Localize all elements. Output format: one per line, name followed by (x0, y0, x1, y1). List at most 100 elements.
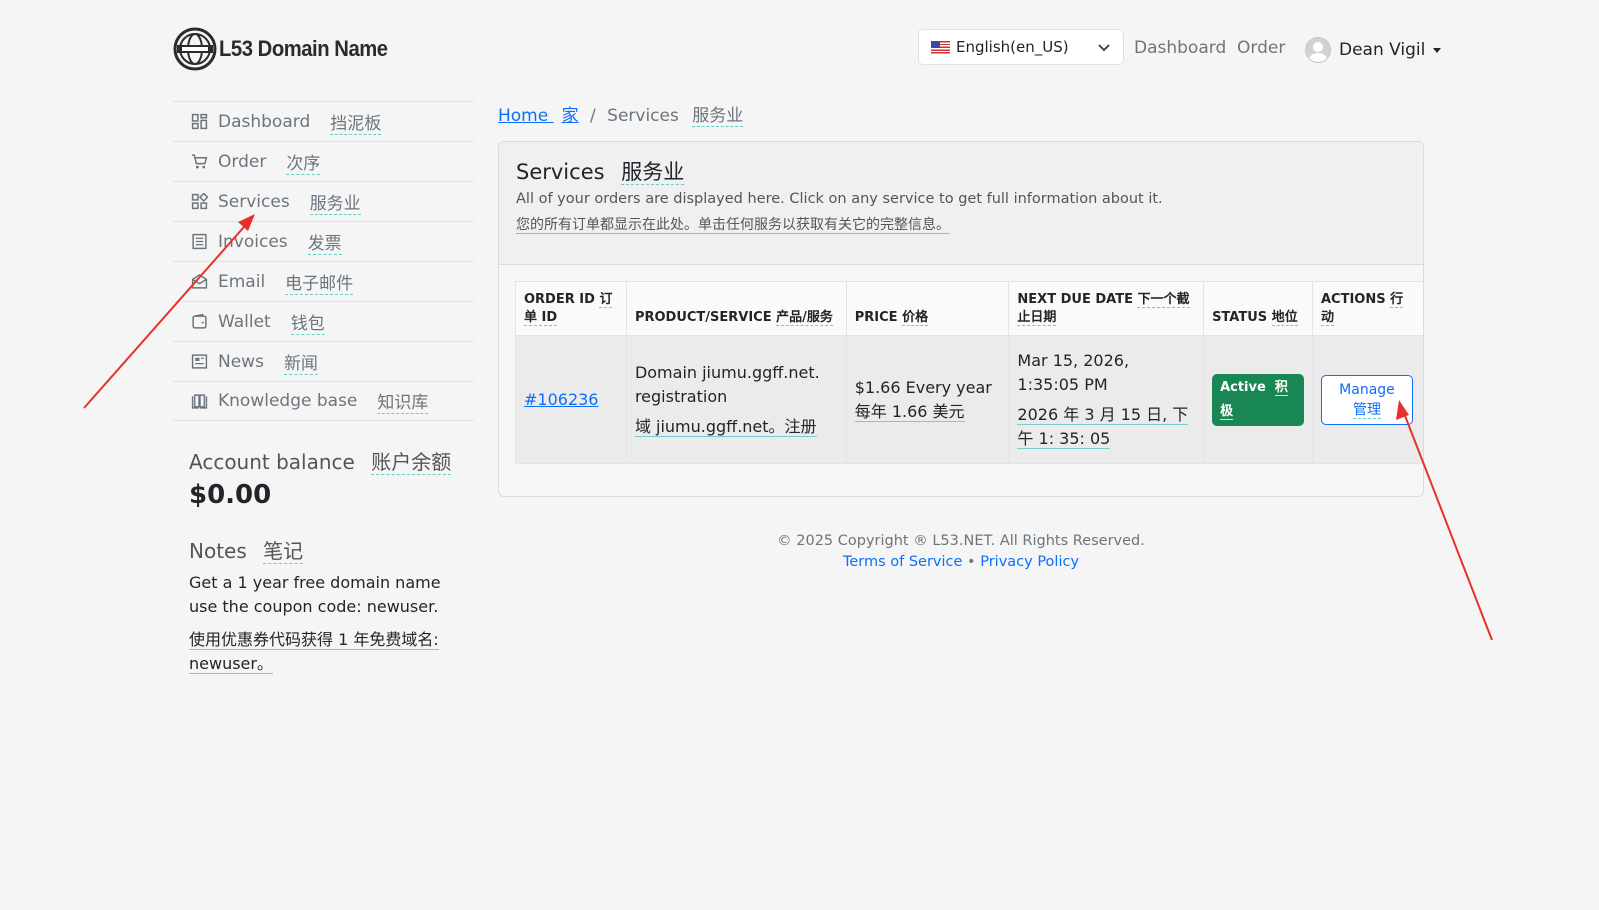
manage-button[interactable]: Manage 管理 (1320, 374, 1413, 425)
nav-dashboard-link[interactable]: Dashboard (1134, 38, 1226, 58)
book-icon (191, 393, 208, 409)
notes-translation: 笔记 (263, 539, 304, 564)
news-icon (191, 354, 208, 369)
services-table: ORDER ID 订单 ID PRODUCT/SERVICE 产品/服务 PRI… (515, 281, 1423, 464)
sidebar-item-translation: 服务业 (309, 189, 361, 215)
sidebar-item-translation: 发票 (307, 229, 342, 255)
column-header-actions: ACTIONS 行动 (1311, 281, 1423, 336)
chevron-down-icon (1098, 44, 1110, 52)
sidebar-item-label: Dashboard (218, 111, 311, 132)
table-row[interactable]: #106236 Domain jiumu.ggff.net. registrat… (515, 335, 1423, 464)
sidebar-item-news[interactable]: News 新闻 (173, 341, 474, 381)
dashboard-icon (191, 113, 208, 130)
sidebar-item-translation: 新闻 (283, 349, 318, 375)
email-icon (191, 274, 208, 289)
card-title-translation: 服务业 (621, 160, 685, 185)
sidebar-item-label: Services (218, 191, 290, 212)
column-header-price[interactable]: PRICE 价格 (845, 281, 1010, 336)
copyright-text: © 2025 Copyright ® L53.NET. All Rights R… (777, 533, 1145, 549)
notes-text-translation: 使用优惠券代码获得 1 年免费域名: newuser。 (189, 628, 474, 676)
sidebar-item-translation: 电子邮件 (285, 269, 354, 295)
product-name: Domain jiumu.ggff.net. registration (634, 362, 820, 406)
sidebar-item-translation: 次序 (286, 149, 321, 175)
column-header-order-id[interactable]: ORDER ID 订单 ID (515, 281, 627, 336)
footer: © 2025 Copyright ® L53.NET. All Rights R… (498, 531, 1424, 573)
notes-label: Notes (189, 539, 247, 563)
sidebar-item-knowledge-base[interactable]: Knowledge base 知识库 (173, 381, 474, 421)
card-title: Services 服务业 (516, 156, 1406, 186)
account-balance-amount: $0.00 (189, 480, 272, 510)
breadcrumb-separator: / (590, 106, 596, 126)
card-title-label: Services (516, 160, 605, 184)
cell-product: Domain jiumu.ggff.net. registration 域 ji… (625, 335, 847, 464)
sidebar-item-dashboard[interactable]: Dashboard 挡泥板 (173, 101, 474, 141)
account-balance-label: Account balance (189, 450, 355, 474)
cell-status: Active 积极 (1203, 335, 1313, 464)
manage-translation: 管理 (1352, 401, 1381, 419)
cart-icon (192, 154, 208, 169)
sidebar-item-wallet[interactable]: Wallet 钱包 (173, 301, 474, 341)
order-id-link[interactable]: #106236 (524, 390, 598, 409)
sidebar-item-order[interactable]: Order 次序 (173, 141, 474, 181)
column-header-product[interactable]: PRODUCT/SERVICE 产品/服务 (625, 281, 847, 336)
privacy-link[interactable]: Privacy Policy (980, 554, 1079, 570)
column-header-next-due-date[interactable]: NEXT DUE DATE 下一个截止日期 (1008, 281, 1205, 336)
logo-text: L53 Domain Name (219, 36, 388, 61)
due-date-translation: 2026 年 3 月 15 日, 下午 1: 35: 05 (1017, 404, 1189, 449)
services-icon (191, 193, 208, 210)
sidebar-item-invoices[interactable]: Invoices 发票 (173, 221, 474, 261)
cell-next-due-date: Mar 15, 2026, 1:35:05 PM 2026 年 3 月 15 日… (1008, 335, 1205, 464)
user-name: Dean Vigil (1339, 40, 1426, 60)
notes-title: Notes 笔记 (189, 535, 304, 564)
breadcrumb-home-link[interactable]: Home 家 (498, 106, 579, 126)
card-subtitle-translation: 您的所有订单都显示在此处。单击任何服务以获取有关它的完整信息。 (516, 214, 1406, 234)
breadcrumb-current-translation: 服务业 (692, 106, 744, 127)
price-value: $1.66 Every year (854, 377, 992, 397)
sidebar-item-email[interactable]: Email 电子邮件 (173, 261, 474, 301)
card-subtitle-translation-text: 您的所有订单都显示在此处。单击任何服务以获取有关它的完整信息。 (516, 217, 950, 234)
breadcrumb: Home 家 / Services 服务业 (498, 101, 744, 127)
globe-logo-icon (173, 27, 217, 71)
sidebar-item-label: Wallet (218, 311, 271, 332)
language-select[interactable]: English(en_US) (918, 29, 1124, 65)
sidebar-item-label: Knowledge base (218, 391, 358, 411)
user-menu[interactable]: Dean Vigil (1305, 37, 1442, 63)
site-logo[interactable]: L53 Domain Name (173, 27, 402, 71)
breadcrumb-home-label: Home (498, 106, 549, 126)
cell-actions: Manage 管理 (1311, 335, 1423, 464)
account-balance-translation: 账户余额 (371, 450, 452, 475)
sidebar-item-translation: 钱包 (290, 309, 325, 335)
sidebar-item-label: News (218, 351, 264, 372)
sidebar-item-translation: 知识库 (377, 388, 429, 414)
invoice-icon (192, 233, 207, 250)
sidebar-item-label: Invoices (218, 231, 288, 252)
due-date-value: Mar 15, 2026, 1:35:05 PM (1017, 350, 1130, 394)
sidebar-item-translation: 挡泥板 (330, 109, 382, 135)
sidebar-item-services[interactable]: Services 服务业 (173, 181, 474, 221)
footer-separator: • (967, 554, 976, 570)
cell-order-id: #106236 (515, 335, 627, 464)
sidebar-item-label: Order (218, 151, 267, 172)
avatar (1305, 37, 1331, 63)
services-card: Services 服务业 All of your orders are disp… (498, 141, 1424, 497)
status-badge: Active 积极 (1212, 373, 1304, 426)
language-label: English(en_US) (956, 38, 1069, 56)
breadcrumb-current: Services (607, 106, 679, 126)
nav-order-link[interactable]: Order (1237, 38, 1285, 58)
price-translation: 每年 1.66 美元 (854, 401, 965, 422)
manage-label: Manage (1339, 381, 1395, 398)
cell-price: $1.66 Every year 每年 1.66 美元 (845, 335, 1010, 464)
notes-text: Get a 1 year free domain name use the co… (189, 573, 441, 616)
table-header-row: ORDER ID 订单 ID PRODUCT/SERVICE 产品/服务 PRI… (515, 281, 1423, 336)
breadcrumb-home-translation: 家 (561, 106, 579, 126)
sidebar-item-label: Email (218, 271, 266, 292)
card-subtitle: All of your orders are displayed here. C… (516, 191, 1163, 207)
caret-down-icon (1433, 47, 1442, 53)
column-header-status[interactable]: STATUS 地位 (1203, 281, 1313, 336)
sidebar-nav: Dashboard 挡泥板 Order 次序 Services 服务业 Invo… (173, 101, 474, 421)
wallet-icon (192, 313, 207, 329)
terms-link[interactable]: Terms of Service (843, 554, 962, 570)
account-balance-title: Account balance 账户余额 (189, 446, 452, 475)
notes-translation-text: 使用优惠券代码获得 1 年免费域名: newuser。 (189, 630, 439, 674)
us-flag-icon (931, 40, 950, 54)
